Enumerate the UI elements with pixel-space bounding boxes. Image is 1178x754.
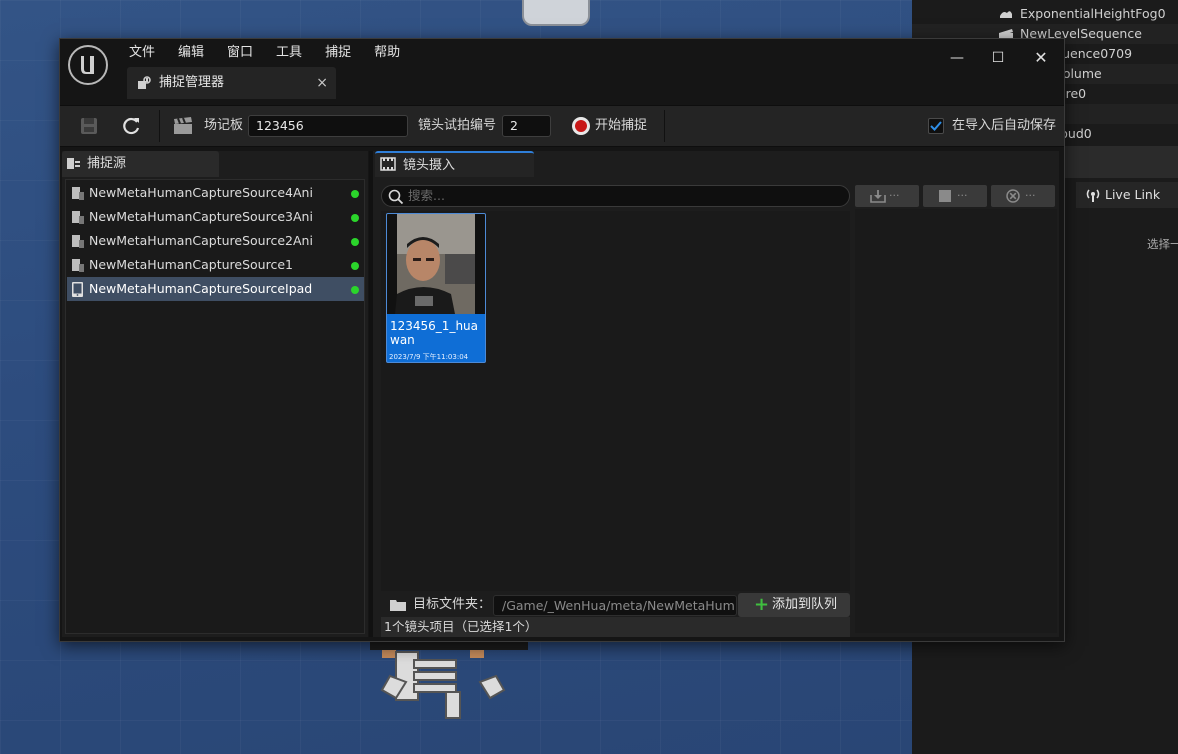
status-online-indicator <box>351 238 359 246</box>
plus-icon: + <box>754 594 770 615</box>
outliner-row-label: ExponentialHeightFog0 <box>1020 6 1166 21</box>
menu-window[interactable]: 窗口 <box>226 42 265 64</box>
slate-input[interactable]: 123456 <box>248 115 408 137</box>
status-bar: 1个镜头项目（已选择1个） <box>381 617 850 637</box>
device-icon <box>72 211 84 224</box>
start-capture-button[interactable]: 开始捕捉 <box>595 106 647 146</box>
autosave-label: 在导入后自动保存 <box>952 118 1057 133</box>
autosave-checkbox[interactable] <box>928 118 944 134</box>
take-tile[interactable]: 123456_1_huawan 2023/7/9 下午11:03:04 <box>386 213 486 363</box>
capture-source-label: NewMetaHumanCaptureSource1 <box>89 257 293 272</box>
capture-source-label: NewMetaHumanCaptureSourceIpad <box>89 281 313 296</box>
capture-source-label: NewMetaHumanCaptureSource2Ani <box>89 233 313 248</box>
capture-source-label: NewMetaHumanCaptureSource3Ani <box>89 209 313 224</box>
title-bar[interactable]: 文件 编辑 窗口 工具 捕捉 帮助 捕捉管理器 × — ☐ ✕ <box>60 39 1064 105</box>
tab-live-link[interactable]: Live Link <box>1076 182 1178 208</box>
close-window-button[interactable]: ✕ <box>1028 47 1054 69</box>
add-to-queue-button[interactable]: + 添加到队列 <box>738 593 850 617</box>
take-ingest-panel: 镜头摄入 搜索... 123456_1_huawan 2023/7/9 下午11… <box>373 151 1059 637</box>
toolbar: 场记板 123456 镜头试拍编号 2 开始捕捉 在导入后自动保存 <box>60 105 1064 147</box>
capture-manager-window: 文件 编辑 窗口 工具 捕捉 帮助 捕捉管理器 × — ☐ ✕ 场记板 1234… <box>59 38 1065 642</box>
tab-capture-source-label: 捕捉源 <box>87 156 127 171</box>
menu-edit[interactable]: 编辑 <box>177 42 216 64</box>
tab-capture-manager-label: 捕捉管理器 <box>159 75 225 90</box>
menu-file[interactable]: 文件 <box>128 42 167 64</box>
live-link-icon <box>1086 189 1100 202</box>
toolbar-separator <box>664 110 665 142</box>
capture-source-label: NewMetaHumanCaptureSource4Ani <box>89 185 313 200</box>
live-link-hint: 选择一 <box>1147 237 1178 251</box>
capture-source-item[interactable]: NewMetaHumanCaptureSource2Ani <box>67 229 364 253</box>
save-icon[interactable] <box>78 115 100 137</box>
take-number-input[interactable]: 2 <box>502 115 551 137</box>
take-number-label: 镜头试拍编号 <box>418 118 497 133</box>
menu-tools[interactable]: 工具 <box>275 42 314 64</box>
add-to-queue-label: 添加到队列 <box>772 597 838 612</box>
status-online-indicator <box>351 214 359 222</box>
menu-help[interactable]: 帮助 <box>373 42 412 64</box>
queue-button-label: ... <box>1025 186 1036 199</box>
folder-icon <box>390 600 406 611</box>
character-gizmo-icon <box>370 636 528 719</box>
status-text: 1个镜头项目（已选择1个） <box>384 619 538 634</box>
tab-take-ingest[interactable]: 镜头摄入 <box>375 151 534 177</box>
import-queue-list <box>855 209 1057 633</box>
tab-close-icon[interactable]: × <box>316 67 328 99</box>
tablet-icon <box>72 282 83 297</box>
capture-source-item[interactable]: NewMetaHumanCaptureSource3Ani <box>67 205 364 229</box>
capture-source-item[interactable]: NewMetaHumanCaptureSource1 <box>67 253 364 277</box>
device-icon <box>72 259 84 272</box>
outliner-row[interactable]: ExponentialHeightFog0 <box>912 4 1178 24</box>
status-online-indicator <box>351 262 359 270</box>
target-folder-input[interactable]: /Game/_WenHua/meta/NewMetaHum <box>493 595 737 616</box>
take-thumbnail <box>387 214 485 314</box>
import-icon <box>870 190 886 203</box>
device-icon <box>72 235 84 248</box>
film-icon <box>380 157 396 171</box>
menu-bar: 文件 编辑 窗口 工具 捕捉 帮助 <box>128 42 422 64</box>
queue-button-label: ... <box>889 186 900 199</box>
search-icon <box>388 189 404 205</box>
status-online-indicator <box>351 190 359 198</box>
maximize-button[interactable]: ☐ <box>985 47 1011 69</box>
queue-toolbar: ... ... ... <box>855 185 1055 207</box>
target-folder-label: 目标文件夹： <box>413 597 492 612</box>
toolbar-separator <box>159 110 160 142</box>
fog-icon <box>1000 11 1012 18</box>
take-title: 123456_1_huawan <box>390 319 479 347</box>
capture-source-panel: 捕捉源 NewMetaHumanCaptureSource4Ani NewMet… <box>62 151 368 637</box>
tab-capture-source[interactable]: 捕捉源 <box>62 151 219 177</box>
record-icon[interactable] <box>572 117 590 135</box>
stop-icon <box>939 190 951 202</box>
status-online-indicator <box>351 286 359 294</box>
clear-icon <box>1006 189 1020 203</box>
device-icon <box>72 187 84 200</box>
stop-queue-button[interactable]: ... <box>923 185 987 207</box>
capture-source-item[interactable]: NewMetaHumanCaptureSourceIpad <box>67 277 364 301</box>
tab-live-link-label: Live Link <box>1105 187 1161 202</box>
tab-take-ingest-label: 镜头摄入 <box>403 158 456 173</box>
target-folder-row: 目标文件夹： /Game/_WenHua/meta/NewMetaHum + 添… <box>381 593 850 617</box>
import-queue-button[interactable]: ... <box>855 185 919 207</box>
minimize-button[interactable]: — <box>944 47 970 69</box>
search-placeholder: 搜索... <box>408 188 445 203</box>
capture-source-item[interactable]: NewMetaHumanCaptureSource4Ani <box>67 181 364 205</box>
capture-source-list: NewMetaHumanCaptureSource4Ani NewMetaHum… <box>65 179 365 634</box>
menu-capture[interactable]: 捕捉 <box>324 42 363 64</box>
search-input[interactable]: 搜索... <box>381 185 850 207</box>
queue-button-label: ... <box>957 186 968 199</box>
slate-icon <box>174 117 192 134</box>
viewport-gizmo-top <box>522 0 590 26</box>
refresh-icon[interactable] <box>120 115 142 137</box>
take-date: 2023/7/9 下午11:03:04 <box>389 353 469 361</box>
capture-manager-icon <box>138 76 151 89</box>
take-grid: 123456_1_huawan 2023/7/9 下午11:03:04 <box>381 211 850 591</box>
unreal-logo-icon <box>68 45 108 85</box>
tab-capture-manager[interactable]: 捕捉管理器 × <box>127 67 336 99</box>
slate-label: 场记板 <box>204 118 244 133</box>
capture-source-icon <box>67 158 80 169</box>
checkmark-icon <box>930 121 942 131</box>
clear-queue-button[interactable]: ... <box>991 185 1055 207</box>
